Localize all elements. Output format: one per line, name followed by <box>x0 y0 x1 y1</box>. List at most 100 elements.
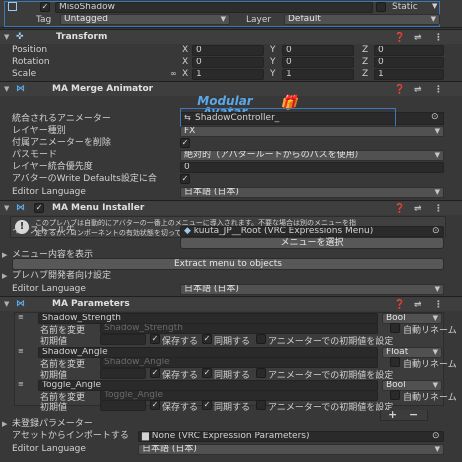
save-checkbox[interactable]: ✓ <box>150 368 160 378</box>
preset-icon[interactable]: ⇌ <box>414 202 422 216</box>
more-icon[interactable]: ⋮ <box>434 83 443 97</box>
extract-menu-button[interactable]: Extract menu to objects <box>12 258 444 270</box>
path-mode-label: パスモード <box>12 150 58 160</box>
menu-installer-header[interactable]: ▼ ⋈ ✓ MA Menu Installer ❓ ⇌ ⋮ <box>0 200 462 215</box>
import-asset-field[interactable]: ▆ None (VRC Expression Parameters) <box>138 431 444 442</box>
param-type-value: Float <box>386 347 409 357</box>
asset-file-icon: ▆ <box>142 431 149 441</box>
help-icon[interactable]: ❓ <box>394 31 405 45</box>
init-label: 初期値 <box>40 403 68 413</box>
unregistered-row[interactable]: ▶ 未登録パラメーター <box>0 418 462 430</box>
prefab-dev-label[interactable]: プレハブ開発者向け設定 <box>12 270 111 282</box>
menu-installer-title: MA Menu Installer <box>52 203 145 213</box>
tag-dropdown[interactable]: Untagged ▼ <box>60 14 230 25</box>
position-y-field[interactable]: 0 <box>282 45 354 56</box>
scale-y-field[interactable]: 1 <box>282 69 354 80</box>
axis-x-label: X <box>182 45 189 55</box>
preset-icon[interactable]: ⇌ <box>414 298 422 312</box>
anim-init-checkbox[interactable] <box>256 368 266 378</box>
anim-init-checkbox[interactable] <box>256 400 266 410</box>
component-enabled-checkbox[interactable]: ✓ <box>34 203 44 213</box>
transform-title: Transform <box>56 32 108 42</box>
help-icon[interactable]: ❓ <box>394 83 405 97</box>
parameters-header[interactable]: ▼ ⋈ MA Parameters ❓ ⇌ ⋮ <box>0 296 462 311</box>
editor-language-label: Editor Language <box>12 444 86 454</box>
init-value-field[interactable] <box>100 334 146 345</box>
foldout-arrow-icon[interactable]: ▶ <box>2 418 7 430</box>
layer-type-dropdown[interactable]: FX ▼ <box>180 126 444 137</box>
init-value-field[interactable] <box>100 400 146 411</box>
auto-rename-checkbox[interactable] <box>390 323 400 333</box>
link-icon[interactable]: ∞ <box>170 68 177 80</box>
rename-field[interactable]: Shadow_Strength <box>100 323 378 334</box>
auto-rename-label: 自動リネーム <box>403 360 457 370</box>
rotation-z-field[interactable]: 0 <box>374 57 444 68</box>
import-label: アセットからインポートする <box>12 431 129 441</box>
editor-language-dropdown[interactable]: 日本語 (日本) ▼ <box>138 444 444 455</box>
auto-rename-checkbox[interactable] <box>390 390 400 400</box>
position-x-field[interactable]: 0 <box>192 45 264 56</box>
drag-handle-icon[interactable]: ≡ <box>18 347 24 355</box>
layer-priority-field[interactable]: 0 <box>180 162 444 173</box>
transform-header[interactable]: ▼ ✜ Transform ❓ ⇌ ⋮ <box>0 29 462 44</box>
foldout-arrow-icon[interactable]: ▼ <box>4 297 9 311</box>
init-value-field[interactable] <box>100 368 146 379</box>
param-type-value: Bool <box>386 380 406 390</box>
chevron-down-icon: ▼ <box>432 314 438 322</box>
position-z-field[interactable]: 0 <box>374 45 444 56</box>
object-picker-icon[interactable]: ⊙ <box>432 225 440 237</box>
scale-x-field[interactable]: 1 <box>192 69 264 80</box>
foldout-arrow-icon[interactable]: ▼ <box>4 82 9 96</box>
path-mode-dropdown[interactable]: 絶対的（アバタールートからのパスを使用） ▼ <box>180 150 444 161</box>
layer-dropdown[interactable]: Default ▼ <box>284 14 440 25</box>
help-icon[interactable]: ❓ <box>394 298 405 312</box>
editor-language-dropdown[interactable]: 日本語 (日本) ▼ <box>180 187 444 198</box>
rotation-y-field[interactable]: 0 <box>282 57 354 68</box>
help-icon[interactable]: ❓ <box>394 202 405 216</box>
static-dropdown-icon[interactable]: ▼ <box>432 2 437 10</box>
write-defaults-checkbox[interactable]: ✓ <box>180 174 190 184</box>
editor-language-label: Editor Language <box>12 284 86 294</box>
scale-z-field[interactable]: 1 <box>374 69 444 80</box>
preset-icon[interactable]: ⇌ <box>414 83 422 97</box>
more-icon[interactable]: ⋮ <box>434 298 443 312</box>
row-label: Position <box>12 45 48 55</box>
row-label: Scale <box>12 69 37 79</box>
save-checkbox[interactable]: ✓ <box>150 400 160 410</box>
anim-init-label: アニメーターでの初期値を設定 <box>268 337 394 347</box>
more-icon[interactable]: ⋮ <box>434 202 443 216</box>
object-picker-icon[interactable]: ⊙ <box>432 430 440 442</box>
foldout-arrow-icon[interactable]: ▶ <box>2 249 7 261</box>
save-checkbox[interactable]: ✓ <box>150 334 160 344</box>
menu-language-row: Editor Language 日本語 (日本) ▼ <box>0 283 462 295</box>
drag-handle-icon[interactable]: ≡ <box>18 380 24 388</box>
param-type-value: Bool <box>386 313 406 323</box>
rename-field[interactable]: Shadow_Angle <box>100 357 378 368</box>
field-row: Editor Language 日本語 (日本) ▼ <box>0 186 462 198</box>
editor-language-dropdown[interactable]: 日本語 (日本) ▼ <box>180 284 444 295</box>
auto-rename-checkbox[interactable] <box>390 357 400 367</box>
foldout-arrow-icon[interactable]: ▶ <box>2 270 7 282</box>
sync-checkbox[interactable]: ✓ <box>202 334 212 344</box>
sync-checkbox[interactable]: ✓ <box>202 368 212 378</box>
script-icon: ⋈ <box>16 203 25 213</box>
install-target-field[interactable]: ◆ kuuta_JP__Root (VRC Expressions Menu) <box>180 226 444 237</box>
active-toggle[interactable]: ✓ <box>40 2 50 12</box>
sync-checkbox[interactable]: ✓ <box>202 400 212 410</box>
foldout-arrow-icon[interactable]: ▼ <box>4 201 9 215</box>
more-icon[interactable]: ⋮ <box>434 31 443 45</box>
gameobject-name-field[interactable]: MisoShadow <box>55 2 373 13</box>
editor-language-value: 日本語 (日本) <box>142 444 197 454</box>
rotation-x-field[interactable]: 0 <box>192 57 264 68</box>
drag-handle-icon[interactable]: ≡ <box>18 313 24 321</box>
select-menu-button[interactable]: メニューを選択 <box>180 237 444 249</box>
foldout-arrow-icon[interactable]: ▼ <box>4 30 9 44</box>
preset-icon[interactable]: ⇌ <box>414 31 422 45</box>
unregistered-label[interactable]: 未登録パラメーター <box>12 418 93 430</box>
delete-attached-checkbox[interactable]: ✓ <box>180 138 190 148</box>
static-checkbox[interactable] <box>376 2 386 12</box>
anim-init-checkbox[interactable] <box>256 334 266 344</box>
prefab-dev-row[interactable]: ▶ プレハブ開発者向け設定 <box>0 270 462 282</box>
object-picker-icon[interactable]: ⊙ <box>431 112 439 122</box>
editor-language-value: 日本語 (日本) <box>184 187 239 197</box>
